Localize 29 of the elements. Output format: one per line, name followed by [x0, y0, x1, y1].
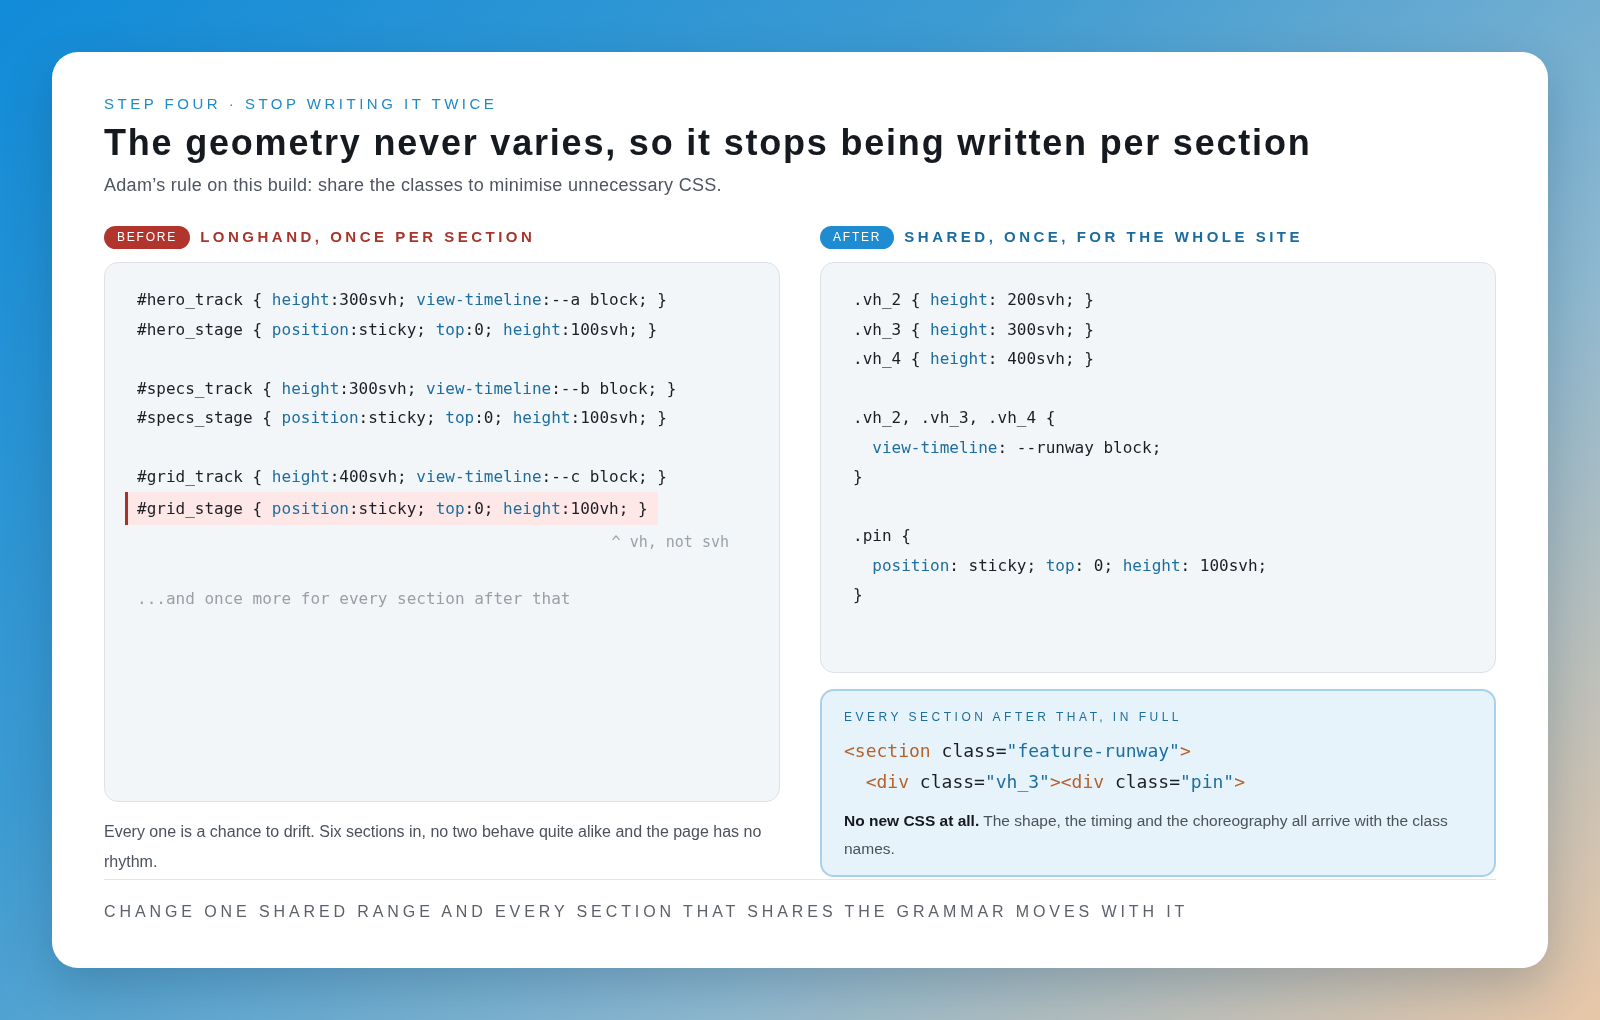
code-line: .vh_2 { height: 200svh; }: [853, 289, 1094, 311]
code-line: }: [853, 466, 863, 488]
footer-text: CHANGE ONE SHARED RANGE AND EVERY SECTION THAT SHARES THE GRAMMAR MOVES WITH IT: [104, 902, 1189, 922]
page-subtitle: Adam’s rule on this build: share the classes to minimise unnecessary CSS.: [104, 174, 722, 196]
code-annotation: ^ vh, not svh: [611, 532, 729, 553]
code-line: #hero_track { height:300svh; view-timeline:--a block; }: [137, 289, 667, 311]
code-comment: ...and once more for every section after that: [137, 588, 571, 610]
section-heading: LONGHAND, ONCE PER SECTION: [200, 227, 536, 247]
page-title: The geometry never varies, so it stops being written per section: [104, 122, 1312, 164]
code-line: #specs_stage { position:sticky; top:0; height:100svh; }: [137, 407, 667, 429]
code-line: #grid_track { height:400svh; view-timeline:--c block; }: [137, 466, 667, 488]
caption-text: Every one is a chance to drift. Six sections in, no two behave quite alike and the page has no rhythm.: [104, 822, 763, 872]
code-line: .vh_3 { height: 300svh; }: [853, 318, 1094, 341]
code-line: <div class="vh_3"><div class="pin">: [864, 770, 1245, 794]
code-line: #hero_stage { position:sticky; top:0; height:100svh; }: [137, 318, 658, 341]
code-line: .pin {: [853, 525, 911, 547]
code-line: position: sticky; top: 0; height: 100svh;: [871, 554, 1268, 577]
code-line: .vh_2, .vh_3, .vh_4 {: [853, 407, 1056, 429]
section-badge: AFTER: [820, 225, 895, 249]
callout-label: EVERY SECTION AFTER THAT, IN FULL: [844, 709, 1182, 725]
code-line: }: [853, 584, 863, 606]
eyebrow-label: STEP FOUR · STOP WRITING IT TWICE: [104, 95, 498, 113]
code-line: view-timeline: --runway block;: [871, 436, 1162, 459]
section-heading: SHARED, ONCE, FOR THE WHOLE SITE: [904, 227, 1304, 247]
callout-text: No new CSS at all. The shape, the timing and the choreography all arrive with the class names.: [844, 811, 1449, 859]
code-line: #specs_track { height:300svh; view-timeline:--b block; }: [137, 377, 677, 400]
section-badge: BEFORE: [104, 225, 191, 249]
code-line: .vh_4 { height: 400svh; }: [853, 348, 1094, 370]
code-line: <section class="feature-runway">: [844, 739, 1191, 763]
